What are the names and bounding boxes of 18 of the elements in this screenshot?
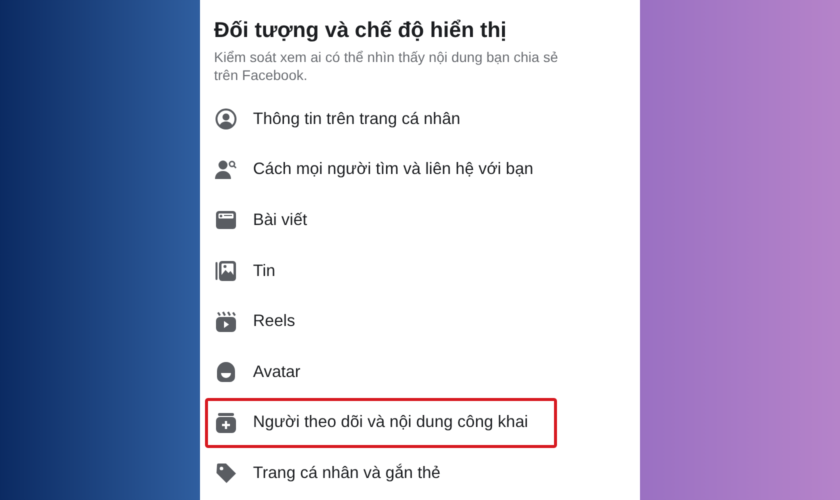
image-icon: [215, 260, 237, 282]
profile-icon: [215, 108, 237, 130]
play-clip-icon: [215, 310, 237, 333]
menu-item[interactable]: Reels: [205, 296, 557, 347]
menu-item[interactable]: Bài viết: [205, 195, 557, 246]
add-box-icon: [215, 412, 237, 434]
menu-item[interactable]: Cách mọi người tìm và liên hệ với bạn: [205, 144, 557, 196]
menu-item[interactable]: Avatar: [205, 346, 557, 398]
menu-item[interactable]: Trang cá nhân và gắn thẻ: [205, 448, 557, 499]
tag-icon: [215, 462, 237, 484]
highlighted-menu-item[interactable]: Người theo dõi và nội dung công khai: [205, 398, 557, 448]
avatar-icon: [215, 361, 237, 384]
section-title: Đối tượng và chế độ hiển thị: [214, 17, 508, 44]
post-icon: [215, 209, 237, 232]
section-description: Kiểm soát xem ai có thể nhìn thấy nội dung bạn chia sẻ trên Facebook.: [214, 48, 559, 84]
person-search-icon: [215, 158, 237, 181]
menu-item[interactable]: Tin: [205, 246, 557, 296]
menu-item[interactable]: Thông tin trên trang cá nhân: [205, 94, 557, 145]
